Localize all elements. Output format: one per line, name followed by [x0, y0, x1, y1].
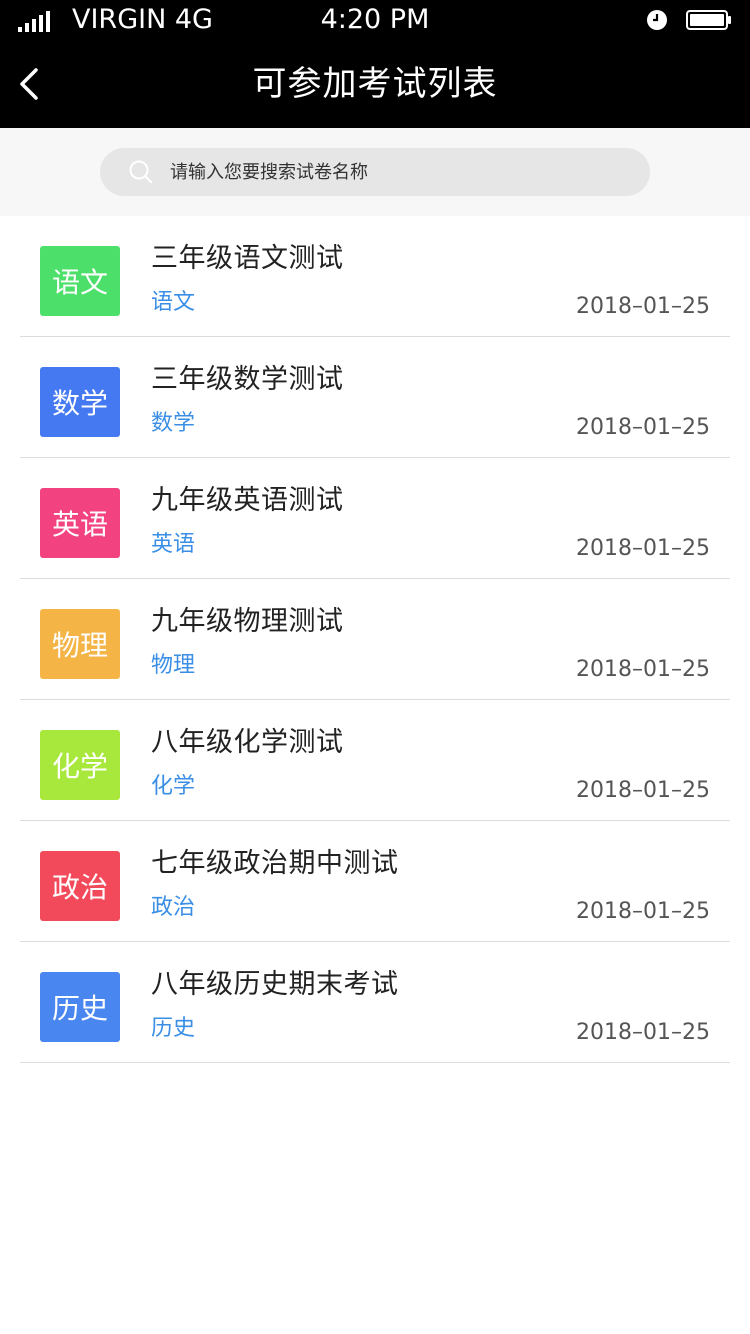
page-title: 可参加考试列表 — [252, 64, 498, 104]
battery-icon — [686, 10, 731, 30]
subject-badge: 物理 — [40, 609, 120, 679]
exam-date: 2018–01–25 — [576, 778, 710, 803]
exam-date: 2018–01–25 — [576, 536, 710, 561]
exam-list-item[interactable]: 英语 九年级英语测试 英语 2018–01–25 — [0, 458, 750, 579]
exam-title: 九年级英语测试 — [151, 485, 344, 516]
exam-list: 语文 三年级语文测试 语文 2018–01–25 数学 三年级数学测试 数学 2… — [0, 216, 750, 1063]
exam-date: 2018–01–25 — [576, 1020, 710, 1045]
exam-list-item[interactable]: 历史 八年级历史期末考试 历史 2018–01–25 — [0, 942, 750, 1063]
nav-bar: 可参加考试列表 — [0, 40, 750, 128]
exam-title: 九年级物理测试 — [151, 606, 344, 637]
alarm-icon — [647, 10, 667, 30]
search-area — [0, 128, 750, 216]
subject-badge: 数学 — [40, 367, 120, 437]
exam-subject: 化学 — [151, 774, 196, 799]
exam-title: 三年级语文测试 — [151, 243, 344, 274]
exam-subject: 语文 — [151, 290, 196, 315]
exam-list-item[interactable]: 语文 三年级语文测试 语文 2018–01–25 — [0, 216, 750, 337]
exam-subject: 历史 — [151, 1016, 196, 1041]
exam-date: 2018–01–25 — [576, 899, 710, 924]
subject-badge: 语文 — [40, 246, 120, 316]
exam-title: 三年级数学测试 — [151, 364, 344, 395]
exam-date: 2018–01–25 — [576, 657, 710, 682]
exam-title: 八年级化学测试 — [151, 727, 344, 758]
exam-subject: 英语 — [151, 532, 196, 557]
search-icon — [129, 160, 153, 184]
exam-title: 七年级政治期中测试 — [151, 848, 399, 879]
status-bar: VIRGIN 4G 4:20 PM — [0, 0, 750, 40]
exam-subject: 物理 — [151, 653, 196, 678]
exam-list-item[interactable]: 政治 七年级政治期中测试 政治 2018–01–25 — [0, 821, 750, 942]
exam-date: 2018–01–25 — [576, 294, 710, 319]
subject-badge: 政治 — [40, 851, 120, 921]
subject-badge: 英语 — [40, 488, 120, 558]
search-bar[interactable] — [100, 148, 650, 196]
exam-title: 八年级历史期末考试 — [151, 969, 399, 1000]
exam-subject: 政治 — [151, 895, 196, 920]
exam-list-item[interactable]: 数学 三年级数学测试 数学 2018–01–25 — [0, 337, 750, 458]
exam-date: 2018–01–25 — [576, 415, 710, 440]
search-input[interactable] — [170, 148, 630, 196]
exam-list-item[interactable]: 化学 八年级化学测试 化学 2018–01–25 — [0, 700, 750, 821]
subject-badge: 化学 — [40, 730, 120, 800]
exam-list-item[interactable]: 物理 九年级物理测试 物理 2018–01–25 — [0, 579, 750, 700]
clock: 4:20 PM — [320, 4, 430, 35]
exam-subject: 数学 — [151, 411, 196, 436]
subject-badge: 历史 — [40, 972, 120, 1042]
